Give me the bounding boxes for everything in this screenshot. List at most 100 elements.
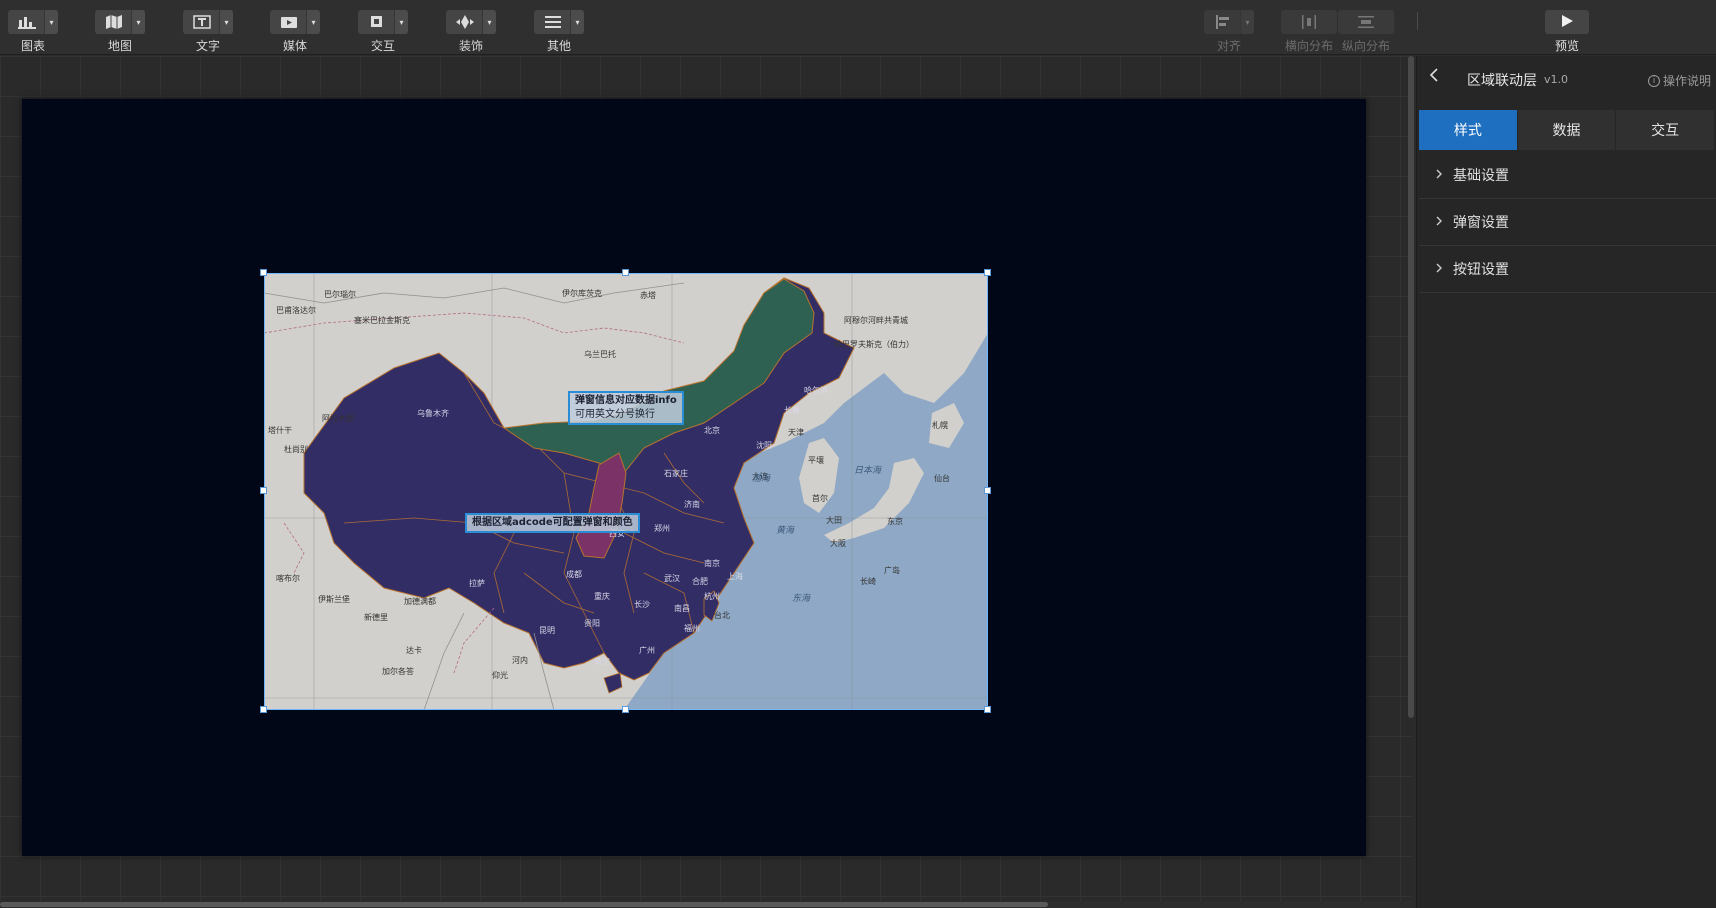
chevron-down-icon[interactable]: ▾ <box>570 10 584 34</box>
resize-handle-w[interactable] <box>260 487 267 494</box>
tool-preview[interactable]: 预览 <box>1545 10 1591 53</box>
map-label: 仰光 <box>492 671 508 680</box>
map-label: 广岛 <box>884 566 900 575</box>
chevron-down-icon[interactable]: ▾ <box>394 10 408 34</box>
preview-button[interactable] <box>1545 10 1589 34</box>
map-label: 仙台 <box>934 474 950 483</box>
panel-title: 区域联动层 <box>1467 73 1537 89</box>
media-button[interactable]: ▾ <box>270 10 320 34</box>
map-label: 上海 <box>727 572 743 581</box>
toolbar-divider <box>1417 12 1418 30</box>
tool-decoration[interactable]: ▾ 装饰 <box>446 10 506 53</box>
back-icon[interactable] <box>1429 67 1439 86</box>
text-button[interactable]: ▾ <box>183 10 233 34</box>
vertical-scrollbar[interactable] <box>1408 56 1414 718</box>
resize-handle-sw[interactable] <box>260 706 267 713</box>
chevron-down-icon[interactable]: ▾ <box>131 10 145 34</box>
map-label: 日本海 <box>854 466 882 476</box>
chevron-right-icon <box>1435 262 1453 277</box>
tool-horizontal-distribute[interactable]: 横向分布 <box>1281 10 1337 53</box>
panel-version: v1.0 <box>1544 73 1569 86</box>
tool-label: 对齐 <box>1216 39 1241 53</box>
map-label: 黄海 <box>776 526 795 536</box>
chevron-down-icon[interactable]: ▾ <box>1240 10 1254 34</box>
section-button-settings[interactable]: 按钮设置 <box>1419 246 1716 293</box>
tool-label: 纵向分布 <box>1341 39 1390 53</box>
section-basic-settings[interactable]: 基础设置 <box>1419 152 1716 199</box>
chart-button[interactable]: ▾ <box>8 10 58 34</box>
map-label: 南昌 <box>674 604 690 613</box>
map-label: 巴尔瑙尔 <box>324 290 356 299</box>
panel-header: 区域联动层 v1.0 i 操作说明 <box>1417 56 1716 100</box>
tool-text[interactable]: ▾ 文字 <box>183 10 243 53</box>
map-label: 郑州 <box>654 524 670 533</box>
tool-interaction[interactable]: ▾ 交互 <box>358 10 418 53</box>
resize-handle-n[interactable] <box>622 269 629 276</box>
map-label: 加德满都 <box>404 597 436 606</box>
decoration-button[interactable]: ▾ <box>446 10 496 34</box>
resize-handle-s[interactable] <box>622 706 629 713</box>
map-label: 哈尔滨 <box>804 386 828 395</box>
interaction-button[interactable]: ▾ <box>358 10 408 34</box>
tool-media[interactable]: ▾ 媒体 <box>270 10 330 53</box>
chevron-down-icon[interactable]: ▾ <box>219 10 233 34</box>
tool-label: 预览 <box>1554 39 1579 53</box>
panel-tabs: 样式 数据 交互 <box>1419 110 1716 150</box>
map-label: 合肥 <box>692 577 708 586</box>
tool-chart[interactable]: ▾ 图表 <box>8 10 68 53</box>
other-button[interactable]: ▾ <box>534 10 584 34</box>
horizontal-scrollbar[interactable] <box>0 901 1412 908</box>
tab-interaction[interactable]: 交互 <box>1616 110 1716 150</box>
map-label: 福州 <box>684 624 700 633</box>
map-label: 巴甫洛达尔 <box>276 306 316 315</box>
scrollbar-thumb[interactable] <box>0 902 1048 907</box>
map-button[interactable]: ▾ <box>95 10 145 34</box>
map-label: 天津 <box>788 428 804 437</box>
map-label: 阿穆尔河畔共青城 <box>844 316 908 325</box>
map-label: 台北 <box>714 611 730 620</box>
map-label: 乌兰巴托 <box>584 350 616 359</box>
screen-canvas[interactable]: 乌兰巴托 伊尔库茨克 赤塔 巴尔瑙尔 巴甫洛达尔 塞米巴拉金斯克 阿穆尔河畔共青… <box>22 99 1366 856</box>
chevron-down-icon[interactable]: ▾ <box>306 10 320 34</box>
media-icon <box>270 10 308 34</box>
note-line: 根据区域adcode可配置弹窗和颜色 <box>472 517 633 528</box>
map-label: 长崎 <box>860 577 876 586</box>
tool-other[interactable]: ▾ 其他 <box>534 10 594 53</box>
map-label: 伊斯兰堡 <box>318 595 350 604</box>
tool-vertical-distribute[interactable]: 纵向分布 <box>1338 10 1394 53</box>
map-label: 平壤 <box>808 456 824 465</box>
editor-workspace[interactable]: 乌兰巴托 伊尔库茨克 赤塔 巴尔瑙尔 巴甫洛达尔 塞米巴拉金斯克 阿穆尔河畔共青… <box>0 56 1412 908</box>
map-label: 南宁 <box>594 657 610 666</box>
map-label: 广州 <box>639 646 655 655</box>
note-line: 弹窗信息对应数据info <box>575 395 677 406</box>
map-label: 大田 <box>826 516 842 525</box>
resize-handle-ne[interactable] <box>984 269 991 276</box>
section-label: 弹窗设置 <box>1453 215 1509 231</box>
tool-map[interactable]: ▾ 地图 <box>95 10 155 53</box>
align-button[interactable]: ▾ <box>1204 10 1254 34</box>
info-icon: i <box>1647 74 1660 87</box>
map-label: 拉萨 <box>469 579 485 588</box>
tool-align[interactable]: ▾ 对齐 <box>1204 10 1264 53</box>
map-label: 长春 <box>784 406 800 415</box>
map-label: 伊尔库茨克 <box>562 289 602 298</box>
resize-handle-se[interactable] <box>984 706 991 713</box>
distribute-horizontal-icon <box>1281 10 1337 34</box>
resize-handle-e[interactable] <box>984 487 991 494</box>
section-popup-settings[interactable]: 弹窗设置 <box>1419 199 1716 246</box>
vertical-distribute-button[interactable] <box>1338 10 1394 34</box>
tab-style[interactable]: 样式 <box>1419 110 1518 150</box>
region-linkage-map[interactable]: 乌兰巴托 伊尔库茨克 赤塔 巴尔瑙尔 巴甫洛达尔 塞米巴拉金斯克 阿穆尔河畔共青… <box>260 269 991 713</box>
chevron-down-icon[interactable]: ▾ <box>44 10 58 34</box>
tool-label: 交互 <box>370 39 395 53</box>
horizontal-distribute-button[interactable] <box>1281 10 1337 34</box>
chart-icon <box>8 10 46 34</box>
tab-data[interactable]: 数据 <box>1518 110 1617 150</box>
map-label: 东海 <box>792 594 811 604</box>
tool-label: 装饰 <box>458 39 483 53</box>
resize-handle-nw[interactable] <box>260 269 267 276</box>
chevron-down-icon[interactable]: ▾ <box>482 10 496 34</box>
map-label: 赤塔 <box>640 291 656 300</box>
help-link[interactable]: i 操作说明 <box>1647 72 1711 89</box>
adcode-note: 根据区域adcode可配置弹窗和颜色 <box>465 513 640 533</box>
